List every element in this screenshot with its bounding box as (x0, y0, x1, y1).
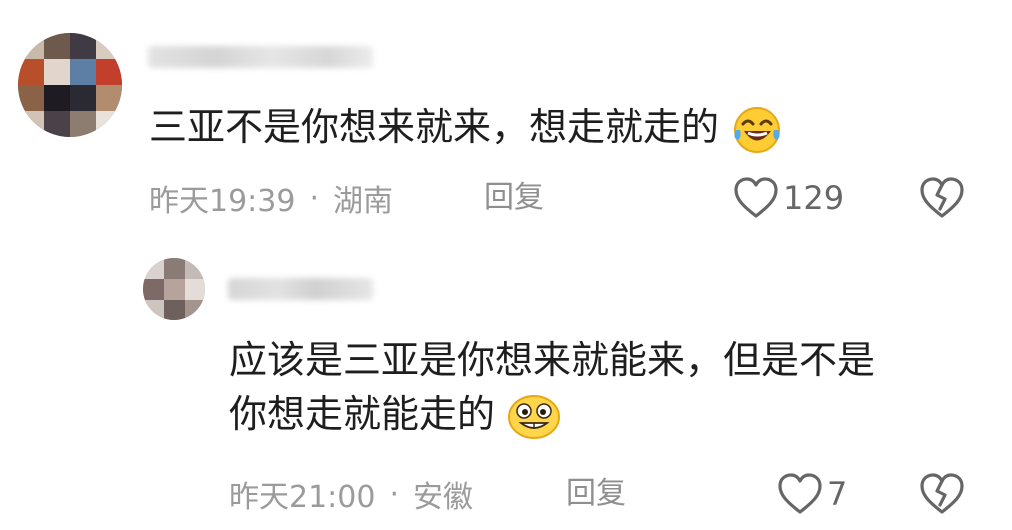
like-count: 7 (827, 475, 848, 513)
meta-separator: · (309, 180, 320, 216)
grinning-emoji (508, 394, 561, 439)
reply-button[interactable]: 回复 (566, 474, 626, 514)
reply-button[interactable]: 回复 (484, 178, 544, 218)
reply-meta: 昨天21:00 · 安徽 (229, 474, 474, 516)
heart-icon (734, 177, 778, 218)
reply-text-line-2: 你想走就能走的 (229, 387, 875, 441)
comment-location: 湖南 (333, 184, 394, 219)
reply-text-line-2-content: 你想走就能走的 (229, 392, 496, 436)
comment-meta: 昨天19:39 · 湖南 (149, 178, 394, 220)
avatar[interactable] (143, 258, 205, 320)
reply-location: 安徽 (413, 480, 474, 515)
dislike-button[interactable] (918, 176, 966, 220)
like-count: 129 (783, 179, 845, 217)
broken-heart-icon (920, 473, 964, 514)
laughing-crying-emoji (734, 106, 781, 153)
comment-text: 三亚不是你想来就来，想走就走的 (149, 100, 783, 156)
broken-heart-icon (920, 177, 964, 218)
reply-time: 昨天21:00 (229, 480, 376, 515)
reply-text: 应该是三亚是你想来就能来，但是不是 你想走就能走的 (229, 333, 875, 441)
meta-separator: · (389, 476, 400, 512)
username-blurred[interactable] (228, 278, 373, 300)
like-button[interactable]: 129 (733, 176, 844, 220)
dislike-button[interactable] (918, 472, 966, 516)
comment-text-content: 三亚不是你想来就来，想走就走的 (149, 105, 720, 149)
like-button[interactable]: 7 (777, 472, 847, 516)
avatar[interactable] (18, 33, 122, 137)
comment-time: 昨天19:39 (149, 184, 296, 219)
reply-text-line-1: 应该是三亚是你想来就能来，但是不是 (229, 338, 876, 382)
heart-icon (778, 473, 822, 514)
username-blurred[interactable] (148, 46, 373, 68)
